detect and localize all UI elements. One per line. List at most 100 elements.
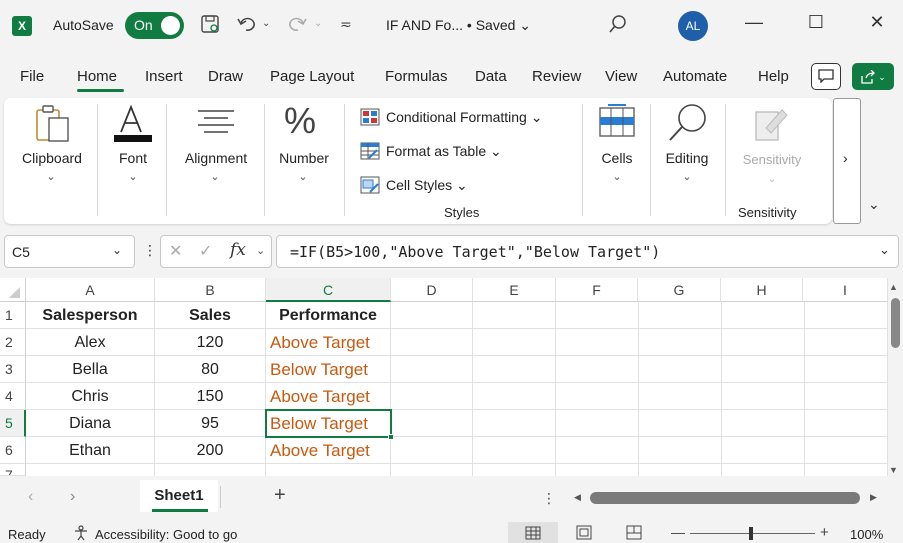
save-icon[interactable]	[200, 14, 220, 39]
accessibility-icon[interactable]	[72, 525, 90, 543]
redo-dropdown-icon[interactable]: ⌄	[314, 18, 322, 29]
next-sheet-icon[interactable]: ›	[70, 488, 75, 506]
column-header-d[interactable]: D	[391, 278, 473, 302]
page-layout-view-icon[interactable]	[576, 525, 592, 543]
cell-c2[interactable]: Above Target	[266, 329, 391, 356]
row-header-1[interactable]: 1	[0, 302, 26, 329]
tab-home[interactable]: Home	[77, 68, 117, 85]
cell-styles-icon[interactable]	[360, 176, 380, 197]
search-icon[interactable]	[608, 14, 628, 39]
normal-view-button[interactable]	[508, 522, 558, 543]
minimize-icon[interactable]: —	[739, 12, 769, 33]
scroll-up-icon[interactable]: ▲	[889, 282, 898, 292]
zoom-level[interactable]: 100%	[850, 527, 883, 542]
tab-page-layout[interactable]: Page Layout	[270, 68, 354, 85]
number-label[interactable]: Number	[272, 150, 336, 166]
confirm-entry-icon[interactable]: ✓	[199, 241, 212, 261]
clipboard-label[interactable]: Clipboard	[16, 150, 88, 166]
tab-help[interactable]: Help	[758, 68, 789, 85]
cell-a4[interactable]: Chris	[26, 383, 155, 410]
tab-data[interactable]: Data	[475, 68, 507, 85]
row-header-6[interactable]: 6	[0, 437, 26, 464]
row-header-5[interactable]: 5	[0, 410, 26, 437]
row-header-2[interactable]: 2	[0, 329, 26, 356]
share-button[interactable]: ⌄	[852, 63, 894, 90]
clipboard-icon[interactable]	[34, 104, 72, 147]
scroll-down-icon[interactable]: ▼	[889, 465, 898, 475]
ribbon-collapse-icon[interactable]: ⌄	[868, 196, 880, 213]
scroll-right-icon[interactable]: ▶	[870, 492, 877, 503]
tab-draw[interactable]: Draw	[208, 68, 243, 85]
alignment-caret-icon[interactable]: ⌄	[210, 170, 220, 183]
conditional-formatting-icon[interactable]	[360, 108, 380, 129]
editing-label[interactable]: Editing	[656, 150, 718, 166]
document-title[interactable]: IF AND Fo... • Saved ⌄	[386, 17, 531, 34]
tab-view[interactable]: View	[605, 68, 637, 85]
zoom-slider-thumb[interactable]	[749, 527, 753, 540]
column-header-c[interactable]: C	[266, 278, 391, 302]
cells-icon[interactable]	[598, 104, 636, 141]
page-break-view-icon[interactable]	[626, 525, 642, 543]
cell-b1[interactable]: Sales	[155, 302, 266, 329]
cell-c3[interactable]: Below Target	[266, 356, 391, 383]
editing-search-icon[interactable]	[666, 102, 710, 147]
cell-c4[interactable]: Above Target	[266, 383, 391, 410]
expand-formula-icon[interactable]: ⌄	[879, 242, 890, 258]
tab-file[interactable]: File	[20, 68, 44, 85]
cell-a2[interactable]: Alex	[26, 329, 155, 356]
sheet-tab-sheet1[interactable]: Sheet1	[140, 480, 218, 512]
column-header-h[interactable]: H	[721, 278, 803, 302]
add-sheet-button[interactable]: +	[274, 484, 286, 507]
font-label[interactable]: Font	[108, 150, 158, 166]
cell-b3[interactable]: 80	[155, 356, 266, 383]
format-as-table-icon[interactable]	[360, 142, 380, 163]
editing-caret-icon[interactable]: ⌄	[682, 170, 692, 183]
ribbon-more-icon[interactable]: ›	[843, 150, 848, 166]
prev-sheet-icon[interactable]: ‹	[28, 488, 33, 506]
empty-cells[interactable]	[391, 302, 888, 476]
customize-icon[interactable]: ≂	[340, 16, 352, 33]
row-header-7[interactable]: 7	[0, 464, 26, 476]
cells-label[interactable]: Cells	[592, 150, 642, 166]
fx-dropdown-icon[interactable]: ⌄	[256, 244, 265, 257]
scroll-left-icon[interactable]: ◀	[574, 492, 581, 503]
select-all-corner[interactable]	[0, 278, 26, 302]
tab-review[interactable]: Review	[532, 68, 581, 85]
user-avatar[interactable]: AL	[678, 11, 708, 41]
column-header-e[interactable]: E	[473, 278, 556, 302]
cell-a6[interactable]: Ethan	[26, 437, 155, 464]
cell-b5[interactable]: 95	[155, 410, 266, 437]
alignment-icon[interactable]	[196, 108, 236, 141]
comments-icon[interactable]	[811, 63, 841, 90]
vertical-scroll-thumb[interactable]	[891, 298, 900, 348]
cell-styles-button[interactable]: Cell Styles ⌄	[386, 177, 468, 194]
horizontal-scroll-thumb[interactable]	[590, 492, 860, 504]
number-caret-icon[interactable]: ⌄	[298, 170, 308, 183]
undo-icon[interactable]	[236, 14, 258, 39]
cell-c6[interactable]: Above Target	[266, 437, 391, 464]
column-header-i[interactable]: I	[803, 278, 888, 302]
cell-c1[interactable]: Performance	[266, 302, 391, 329]
autosave-toggle[interactable]: On	[125, 12, 184, 39]
percent-icon[interactable]: %	[284, 100, 316, 142]
sheet-options-icon[interactable]: ⋮	[542, 490, 556, 507]
column-header-f[interactable]: F	[556, 278, 638, 302]
cell-b4[interactable]: 150	[155, 383, 266, 410]
row-header-3[interactable]: 3	[0, 356, 26, 383]
row-7-cells[interactable]	[26, 464, 391, 476]
tab-automate[interactable]: Automate	[663, 68, 727, 85]
cell-b2[interactable]: 120	[155, 329, 266, 356]
format-as-table-button[interactable]: Format as Table ⌄	[386, 143, 502, 160]
accessibility-status[interactable]: Accessibility: Good to go	[95, 527, 237, 542]
column-header-b[interactable]: B	[155, 278, 266, 302]
zoom-out-icon[interactable]: —	[671, 524, 685, 540]
more-options-icon[interactable]: ⋮	[143, 242, 157, 259]
alignment-label[interactable]: Alignment	[176, 150, 256, 166]
font-caret-icon[interactable]: ⌄	[128, 170, 138, 183]
row-header-4[interactable]: 4	[0, 383, 26, 410]
cells-caret-icon[interactable]: ⌄	[612, 170, 622, 183]
column-header-g[interactable]: G	[638, 278, 721, 302]
conditional-formatting-button[interactable]: Conditional Formatting ⌄	[386, 109, 542, 126]
close-icon[interactable]: ✕	[862, 12, 892, 33]
tab-insert[interactable]: Insert	[145, 68, 183, 85]
